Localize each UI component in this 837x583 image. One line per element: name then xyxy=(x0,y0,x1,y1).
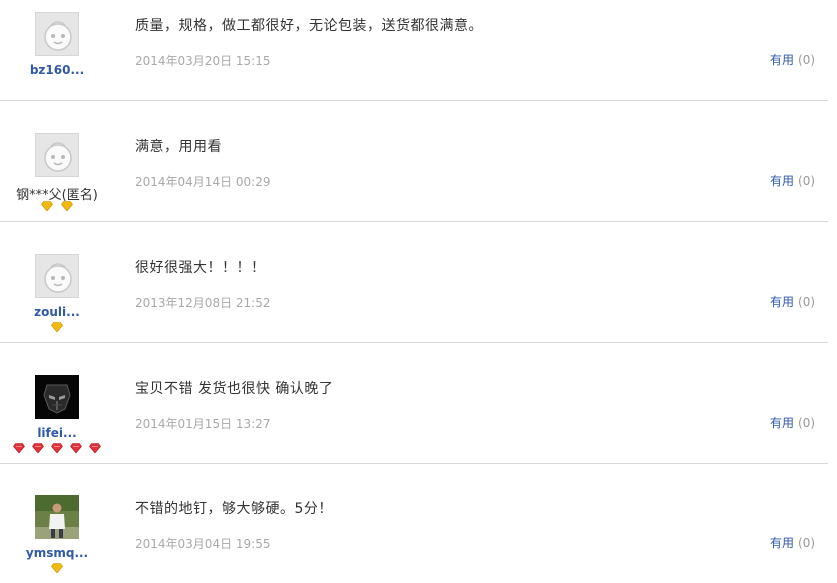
review-date: 2014年03月20日 15:15 xyxy=(135,54,271,68)
red-diamond-badge-icon xyxy=(12,443,25,453)
default-avatar-icon[interactable] xyxy=(35,12,79,56)
useful-button[interactable]: 有用 (0) xyxy=(770,414,815,431)
useful-count: (0) xyxy=(798,536,816,550)
review-item: bz160... 质量，规格，做工都很好，无论包装，送货都很满意。 2014年0… xyxy=(0,0,828,101)
reviewer-name[interactable]: zouli... xyxy=(0,305,114,319)
useful-count: (0) xyxy=(798,295,816,309)
useful-label[interactable]: 有用 xyxy=(770,295,794,309)
review-item: 钢***父(匿名) 满意，用用看 2014年04月14日 00:29 有用 (0) xyxy=(0,101,828,222)
review-date: 2014年03月04日 19:55 xyxy=(135,537,271,551)
gold-heart-badge-icon xyxy=(51,322,63,332)
useful-count: (0) xyxy=(798,53,816,67)
useful-label[interactable]: 有用 xyxy=(770,174,794,188)
default-avatar-icon[interactable] xyxy=(35,254,79,298)
review-text: 满意，用用看 xyxy=(135,139,222,155)
useful-label[interactable]: 有用 xyxy=(770,53,794,67)
robot-avatar-icon[interactable] xyxy=(35,375,79,419)
review-text: 不错的地钉，够大够硬。5分！ xyxy=(135,501,333,517)
useful-button[interactable]: 有用 (0) xyxy=(770,534,815,551)
reviewer-name[interactable]: ymsmq... xyxy=(0,546,114,560)
red-diamond-badge-icon xyxy=(70,443,82,453)
review-text: 宝贝不错 发货也很快 确认晚了 xyxy=(135,381,334,397)
reviewer-level-badges xyxy=(0,322,114,336)
useful-button[interactable]: 有用 (0) xyxy=(770,51,815,68)
red-diamond-badge-icon xyxy=(51,443,63,453)
review-date: 2013年12月08日 21:52 xyxy=(135,296,271,310)
reviewer-level-badges xyxy=(0,563,114,577)
review-date: 2014年01月15日 13:27 xyxy=(135,417,271,431)
useful-count: (0) xyxy=(798,174,816,188)
useful-button[interactable]: 有用 (0) xyxy=(770,172,815,189)
reviewer-level-badges xyxy=(0,80,114,94)
review-text: 质量，规格，做工都很好，无论包装，送货都很满意。 xyxy=(135,18,483,34)
reviewer-name[interactable]: lifei... xyxy=(0,426,114,440)
red-diamond-badge-icon xyxy=(32,443,44,453)
review-item: ymsmq... 不错的地钉，够大够硬。5分！ 2014年03月04日 19:5… xyxy=(0,463,828,583)
default-avatar-icon[interactable] xyxy=(35,133,79,177)
reviewer-level-badges xyxy=(0,443,114,457)
person-photo-avatar-icon[interactable] xyxy=(35,495,79,539)
review-date: 2014年04月14日 00:29 xyxy=(135,175,271,189)
gold-heart-badge-icon xyxy=(51,563,63,573)
review-text: 很好很强大！！！！ xyxy=(135,260,266,276)
useful-count: (0) xyxy=(798,416,816,430)
useful-label[interactable]: 有用 xyxy=(770,416,794,430)
useful-button[interactable]: 有用 (0) xyxy=(770,293,815,310)
reviewer-level-badges xyxy=(0,201,114,215)
useful-label[interactable]: 有用 xyxy=(770,536,794,550)
review-item: lifei... 宝贝不错 发货也很快 确认晚了 2014年01月15日 13:… xyxy=(0,343,828,464)
red-diamond-badge-icon xyxy=(89,443,102,453)
gold-heart-badge-icon xyxy=(60,201,73,211)
review-item: zouli... 很好很强大！！！！ 2013年12月08日 21:52 有用 (… xyxy=(0,222,828,343)
gold-heart-badge-icon xyxy=(41,201,54,211)
reviewer-name[interactable]: bz160... xyxy=(0,63,114,77)
